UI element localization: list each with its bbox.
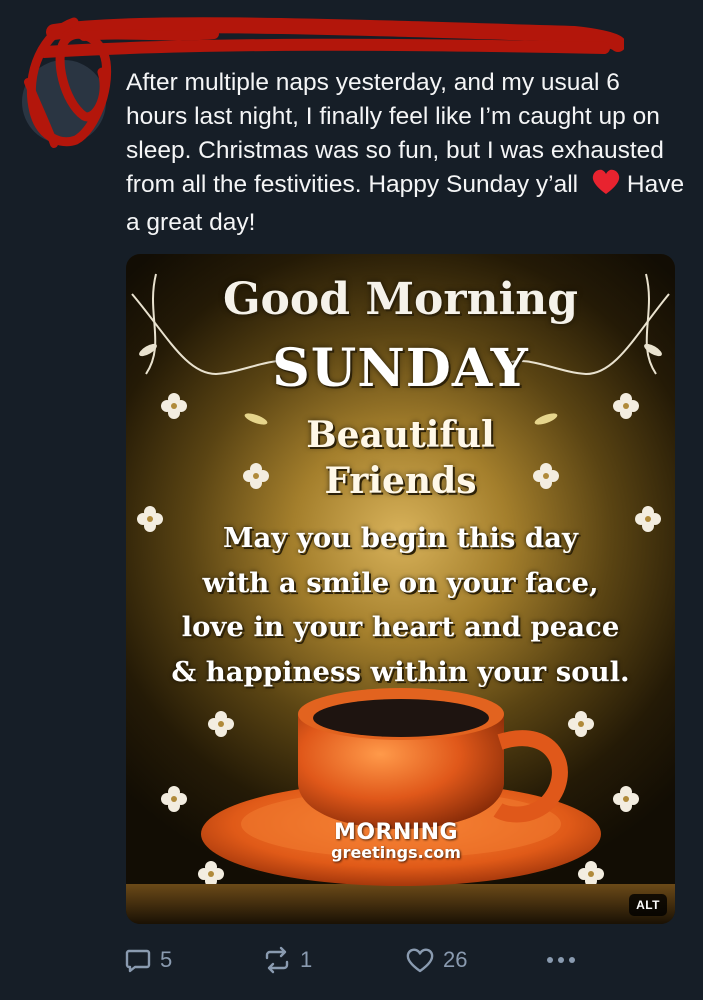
more-options-button[interactable] bbox=[545, 940, 585, 980]
more-dots-icon bbox=[547, 957, 575, 963]
watermark-domain: greetings.com bbox=[331, 843, 461, 862]
action-bar: 5 1 26 bbox=[0, 940, 703, 980]
reply-icon bbox=[125, 949, 151, 973]
like-button[interactable]: 26 bbox=[405, 940, 467, 980]
image-heading-sunday: SUNDAY bbox=[272, 338, 529, 399]
post[interactable]: After multiple naps yesterday, and my us… bbox=[0, 0, 703, 1000]
image-heading-beautiful: Beautiful bbox=[306, 414, 495, 456]
heart-emoji-icon bbox=[591, 168, 621, 206]
repost-button[interactable]: 1 bbox=[262, 940, 312, 980]
reply-count: 5 bbox=[160, 947, 173, 972]
post-body: After multiple naps yesterday, and my us… bbox=[126, 69, 671, 198]
repost-icon bbox=[265, 946, 289, 974]
like-count: 26 bbox=[443, 947, 468, 972]
heart-icon bbox=[406, 948, 434, 973]
post-text: After multiple naps yesterday, and my us… bbox=[126, 66, 686, 240]
alt-text-button[interactable]: ALT bbox=[629, 894, 667, 916]
image-heading-friends: Friends bbox=[324, 460, 477, 502]
image-heading-good-morning: Good Morning bbox=[222, 274, 579, 325]
watermark-logo: MORNING greetings.com bbox=[316, 820, 476, 862]
image-message: May you begin this day with a smile on y… bbox=[171, 522, 630, 688]
post-image[interactable]: Good Morning SUNDAY Beautiful Friends Ma… bbox=[126, 254, 675, 924]
reply-button[interactable]: 5 bbox=[124, 940, 172, 980]
repost-count: 1 bbox=[300, 947, 313, 972]
watermark-brand: MORNING bbox=[333, 820, 459, 845]
